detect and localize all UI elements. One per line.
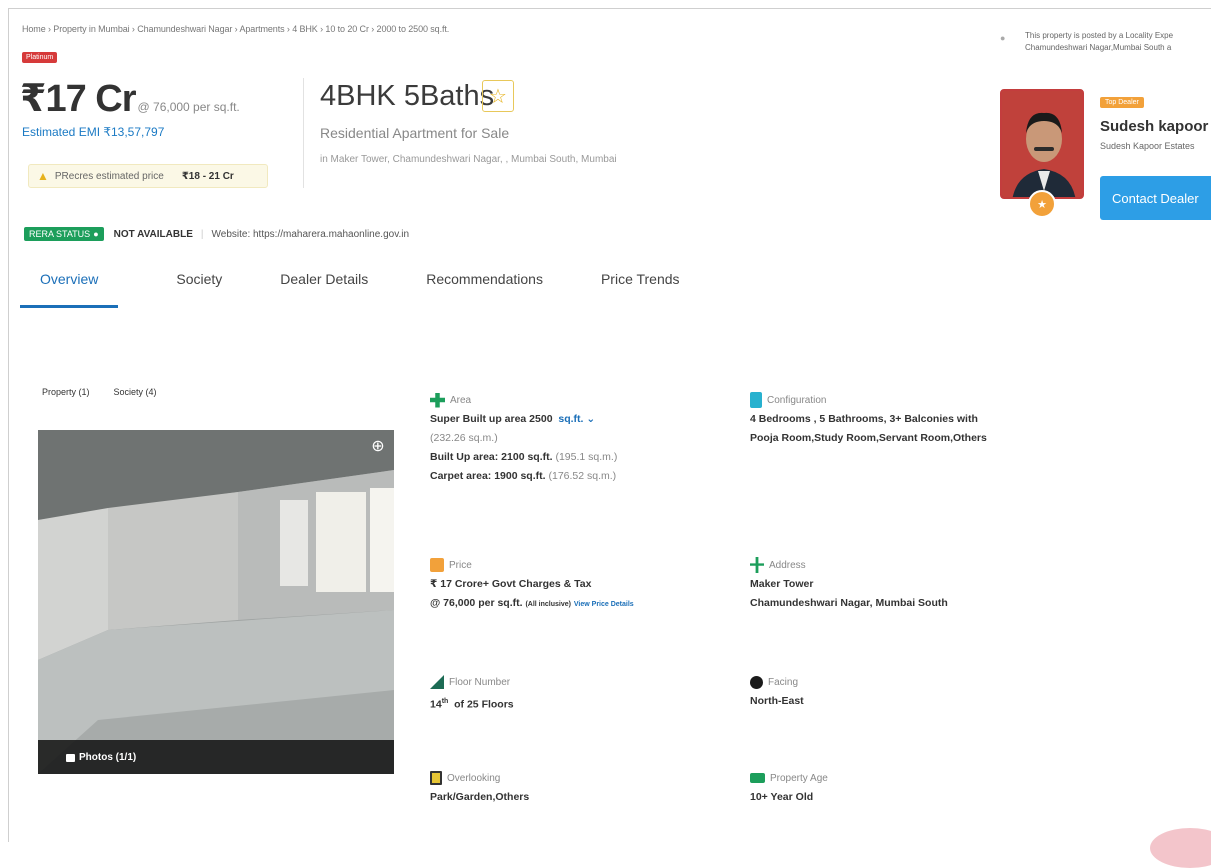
property-age-label: Property Age [770,772,828,784]
photo-count[interactable]: Photos (1/1) [66,752,136,763]
floor-icon [430,675,444,689]
price-inclusive: (All inclusive) [525,601,571,608]
configuration-icon [750,392,762,408]
area-unit-dropdown[interactable]: sq.ft. [558,413,583,425]
tab-overview[interactable]: Overview [20,265,119,308]
subtab-property[interactable]: Property (1) [42,387,90,397]
award-medal-icon: ★ [1028,190,1056,218]
rera-separator: | [200,228,204,240]
tab-dealer-details[interactable]: Dealer Details [280,265,368,308]
overlooking-icon [430,771,442,785]
area-label: Area [450,394,472,406]
carpet-area-conv: (176.52 sq.m.) [548,470,617,482]
compass-icon [750,675,763,689]
chevron-down-icon[interactable]: ⌄ [583,413,595,425]
address-field: Address Maker Tower Chamundeshwari Nagar… [750,555,948,613]
property-title: 4BHK 5Baths [320,80,495,112]
top-dealer-badge: Top Dealer [1100,97,1144,108]
contact-dealer-button[interactable]: Contact Dealer [1100,176,1211,220]
address-line-2: Chamundeshwari Nagar, Mumbai South [750,597,948,609]
breadcrumb[interactable]: Home › Property in Mumbai › Chamundeshwa… [22,24,449,34]
photo-icon [66,753,75,762]
gallery-subtabs: Property (1) Society (4) [42,387,157,397]
price-label: Price [449,559,472,571]
property-subtitle: Residential Apartment for Sale [320,125,510,141]
configuration-label: Configuration [767,394,827,406]
property-age-icon [750,773,765,783]
dealer-name[interactable]: Sudesh kapoor [1100,118,1208,135]
shortlist-star-icon[interactable]: ☆ [482,80,514,112]
property-photo[interactable] [38,430,394,774]
rera-row: RERA STATUS ● NOT AVAILABLE | Website: h… [24,227,409,241]
super-area: Super Built up area 2500 [430,413,553,425]
property-location: in Maker Tower, Chamundeshwari Nagar, , … [320,154,617,165]
price-line-2: @ 76,000 per sq.ft. [430,597,523,609]
facing-value: North-East [750,695,804,707]
room-illustration [38,430,394,774]
facing-field: Facing North-East [750,672,804,711]
address-line-1: Maker Tower [750,578,814,590]
overlooking-value: Park/Garden,Others [430,791,530,803]
price-value: ₹17 Cr [20,78,136,120]
estimate-label: PRecres estimated price [54,170,164,182]
property-age-value: 10+ Year Old [750,791,814,803]
dealer-photo [1002,91,1082,197]
price-per-sqft: @ 76,000 per sq.ft. [137,100,240,114]
built-area: Built Up area: 2100 sq.ft. [430,451,553,463]
posted-line-2: Chamundeshwari Nagar,Mumbai South a [1025,43,1172,52]
area-field: Area Super Built up area 2500 sq.ft. ⌄ (… [430,390,617,486]
configuration-field: Configuration 4 Bedrooms , 5 Bathrooms, … [750,390,987,448]
posted-line-1: This property is posted by a Locality Ex… [1025,31,1174,40]
estimate-range: ₹18 - 21 Cr [181,170,234,182]
rera-website[interactable]: Website: https://maharera.mahaonline.gov… [212,229,410,240]
floor-suffix: th [441,698,449,705]
view-price-details-link[interactable]: View Price Details [574,601,634,608]
address-icon [750,557,764,573]
area-icon [430,392,445,408]
posted-by-note: ● This property is posted by a Locality … [1000,30,1173,54]
configuration-line-2: Pooja Room,Study Room,Servant Room,Other… [750,432,987,444]
photo-count-label: Photos (1/1) [79,752,137,763]
facing-label: Facing [768,676,799,688]
zoom-icon[interactable]: ⊕ [368,436,388,456]
address-label: Address [769,559,806,571]
subtab-society[interactable]: Society (4) [114,387,157,397]
price-icon [430,558,444,572]
overlooking-label: Overlooking [447,772,501,784]
rera-tag-label: RERA STATUS [29,229,91,239]
floor-total: of 25 Floors [454,698,514,711]
price-line-1: ₹ 17 Crore+ Govt Charges & Tax [430,578,592,590]
dealer-avatar[interactable] [1000,89,1084,199]
dealer-firm: Sudesh Kapoor Estates [1100,141,1195,151]
rera-info-icon[interactable]: ● [93,229,98,239]
header-divider [303,78,304,188]
built-area-conv: (195.1 sq.m.) [555,451,618,463]
floor-label: Floor Number [449,676,511,688]
property-age-field: Property Age 10+ Year Old [750,768,828,807]
super-area-conv: (232.26 sq.m.) [430,432,498,444]
info-icon: ▲ [37,169,49,183]
price-block: ₹17 Cr @ 76,000 per sq.ft. [20,76,240,121]
locality-expert-icon: ● [1000,33,1006,43]
floor-field: Floor Number 14th of 25 Floors [430,672,514,715]
emi-link[interactable]: Estimated EMI ₹13,57,797 [22,125,164,139]
main-tabs: Overview Society Dealer Details Recommen… [20,265,738,308]
rera-status-value: NOT AVAILABLE [113,228,193,240]
price-field: Price ₹ 17 Crore+ Govt Charges & Tax @ 7… [430,555,634,614]
chat-widget-edge[interactable] [1150,828,1211,868]
estimated-price-box: ▲ PRecres estimated price ₹18 - 21 Cr [28,164,268,188]
floor-number: 14 [430,698,442,711]
tab-society[interactable]: Society [176,265,222,308]
carpet-area: Carpet area: 1900 sq.ft. [430,470,546,482]
rera-status-tag: RERA STATUS ● [24,227,104,241]
platinum-badge: Platinum [22,52,58,63]
tab-price-trends[interactable]: Price Trends [601,265,680,308]
overlooking-field: Overlooking Park/Garden,Others [430,768,529,807]
tab-recommendations[interactable]: Recommendations [426,265,543,308]
configuration-line-1: 4 Bedrooms , 5 Bathrooms, 3+ Balconies w… [750,413,978,425]
